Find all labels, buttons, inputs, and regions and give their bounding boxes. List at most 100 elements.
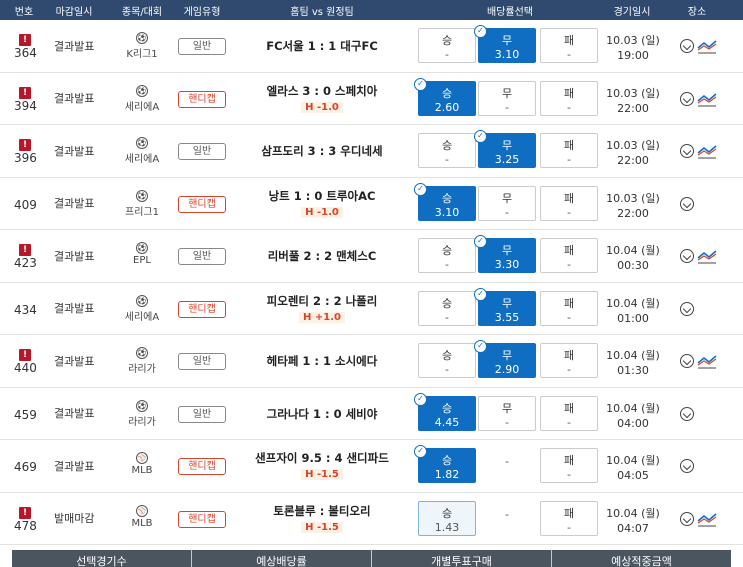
- deadline-status: 발매마감: [54, 512, 95, 526]
- chart-icon[interactable]: [697, 91, 717, 107]
- location-pin-icon[interactable]: [680, 354, 694, 368]
- odds-lose-button[interactable]: 패-: [540, 448, 598, 483]
- location-pin-icon[interactable]: [680, 249, 694, 263]
- match-teams[interactable]: 삼프도리 3 : 3 우디네세: [236, 143, 408, 159]
- chart-icon[interactable]: [697, 511, 717, 527]
- odds-draw-button[interactable]: ✓ 무 3.10: [474, 25, 536, 63]
- odds-draw-button[interactable]: ✓ 무 3.30: [474, 235, 536, 273]
- match-cell[interactable]: 엘라스 3 : 0 스페치아 H -1.0: [236, 73, 408, 125]
- place-cell: [678, 352, 728, 372]
- chart-icon[interactable]: [697, 353, 717, 369]
- match-cell[interactable]: 그라나다 1 : 0 세비야: [236, 388, 408, 440]
- game-number-cell: 459: [14, 388, 44, 440]
- match-cell[interactable]: 피오렌티 2 : 2 나폴리 H +1.0: [236, 283, 408, 335]
- match-teams[interactable]: 헤타페 1 : 1 소시에다: [236, 353, 408, 369]
- match-teams[interactable]: 토론블루 : 볼티오리: [236, 503, 408, 519]
- odds-value: -: [445, 153, 449, 166]
- game-row: 409 결과발표 ⚽ 프리그1 핸디캡 낭트 1 : 0 트루아AC H -1.0 ✓ 승 3.1…: [0, 178, 743, 230]
- odds-lose-button[interactable]: 패-: [540, 80, 598, 116]
- odds-win-button[interactable]: ✓ 승 4.45: [414, 392, 476, 431]
- chart-icon[interactable]: [697, 38, 717, 54]
- odds-win-button[interactable]: ✓ 승 2.60: [414, 77, 476, 116]
- game-number-cell: ! 396: [14, 125, 44, 177]
- match-cell[interactable]: 헤타페 1 : 1 소시에다: [236, 335, 408, 387]
- table-header: 번호 마감일시 종목/대회 게임유형 홈팀 vs 원정팀 배당률선택 경기일시 …: [0, 0, 743, 20]
- odds-draw-button[interactable]: 무-: [478, 185, 536, 221]
- odds-win-button[interactable]: 승-: [418, 238, 476, 273]
- soccer-ball-icon: ⚽: [136, 137, 148, 149]
- location-pin-icon[interactable]: [680, 406, 694, 421]
- odds-value: -: [567, 520, 571, 534]
- odds-lose-button[interactable]: 패-: [540, 290, 598, 326]
- odds-lose-button[interactable]: 패-: [540, 133, 598, 168]
- location-pin-icon[interactable]: [680, 91, 694, 106]
- odds-lose-button[interactable]: 패-: [540, 343, 598, 378]
- match-datetime: 10.04 (월) 04:00: [602, 388, 664, 440]
- odds-lose-button[interactable]: 패-: [540, 395, 598, 431]
- match-cell[interactable]: FC서울 1 : 1 대구FC: [236, 20, 408, 72]
- odds-value: -: [567, 258, 571, 271]
- odds-value: -: [445, 363, 449, 376]
- place-cell: [678, 142, 728, 162]
- odds-lose-button[interactable]: 패-: [540, 238, 598, 273]
- match-teams[interactable]: 피오렌티 2 : 2 나폴리: [236, 293, 408, 309]
- odds-win-button[interactable]: 승-: [418, 28, 476, 63]
- header-deadline: 마감일시: [55, 6, 93, 18]
- match-teams[interactable]: 낭트 1 : 0 트루아AC: [236, 188, 408, 204]
- chart-icon[interactable]: [697, 248, 717, 264]
- odds-label: 무: [501, 34, 513, 47]
- alert-icon: !: [19, 244, 31, 256]
- location-pin-icon[interactable]: [680, 144, 694, 158]
- odds-value: 3.10: [494, 48, 520, 61]
- check-icon: ✓: [474, 130, 487, 143]
- odds-label: 승: [441, 401, 453, 415]
- match-time: 00:30: [617, 259, 649, 272]
- odds-draw-button[interactable]: 무-: [478, 80, 536, 116]
- odds-lose-button[interactable]: 패-: [540, 185, 598, 221]
- odds-draw-button[interactable]: 무-: [478, 395, 536, 431]
- odds-label: 무: [501, 296, 513, 310]
- location-pin-icon[interactable]: [680, 39, 694, 53]
- match-teams[interactable]: 그라나다 1 : 0 세비야: [236, 406, 408, 422]
- match-teams[interactable]: FC서울 1 : 1 대구FC: [236, 38, 408, 54]
- individual-purchase-button[interactable]: 개별투표구매: [372, 550, 552, 567]
- deadline-status: 결과발표: [54, 39, 95, 53]
- match-cell[interactable]: 토론블루 : 볼티오리 H -1.5: [236, 493, 408, 545]
- odds-lose-button[interactable]: 패-: [540, 500, 598, 536]
- odds-win-button[interactable]: 승-: [418, 133, 476, 168]
- odds-draw-button[interactable]: ✓ 무 2.90: [474, 340, 536, 378]
- odds-win-button[interactable]: 승-: [418, 343, 476, 378]
- odds-label: 무: [501, 349, 513, 362]
- match-teams[interactable]: 리버풀 2 : 2 맨체스C: [236, 248, 408, 264]
- match-cell[interactable]: 삼프도리 3 : 3 우디네세: [236, 125, 408, 177]
- match-cell[interactable]: 낭트 1 : 0 트루아AC H -1.0: [236, 178, 408, 230]
- location-pin-icon[interactable]: [680, 459, 694, 473]
- odds-label: 패: [563, 34, 575, 47]
- odds-value: -: [505, 507, 509, 521]
- location-pin-icon[interactable]: [680, 196, 694, 211]
- alert-icon: !: [19, 86, 31, 99]
- match-datetime: 10.04 (월) 01:00: [602, 283, 664, 335]
- match-cell[interactable]: 샌프자이 9.5 : 4 샌디파드 H -1.5: [236, 440, 408, 492]
- odds-win-button[interactable]: 승 1.43: [418, 500, 476, 536]
- odds-draw-button[interactable]: ✓ 무 3.55: [474, 287, 536, 326]
- odds-win-button[interactable]: ✓ 승 1.82: [414, 445, 476, 483]
- odds-win-button[interactable]: ✓ 승 3.10: [414, 182, 476, 221]
- header-odds: 배당률선택: [487, 6, 533, 18]
- odds-value: -: [567, 415, 571, 429]
- match-time: 04:05: [617, 469, 649, 482]
- odds-draw-button[interactable]: ✓ 무 3.25: [474, 130, 536, 168]
- game-number-cell: 434: [14, 283, 44, 335]
- handicap-line: H -1.5: [236, 521, 408, 533]
- game-number: 459: [14, 407, 37, 422]
- match-teams[interactable]: 엘라스 3 : 0 스페치아: [236, 83, 408, 99]
- chart-icon[interactable]: [697, 143, 717, 159]
- match-cell[interactable]: 리버풀 2 : 2 맨체스C: [236, 230, 408, 282]
- location-pin-icon[interactable]: [680, 511, 694, 526]
- check-icon: ✓: [414, 445, 427, 458]
- odds-win-button[interactable]: 승-: [418, 290, 476, 326]
- header-sport: 종목/대회: [121, 6, 163, 18]
- match-teams[interactable]: 샌프자이 9.5 : 4 샌디파드: [236, 450, 408, 466]
- odds-lose-button[interactable]: 패-: [540, 28, 598, 63]
- location-pin-icon[interactable]: [680, 301, 694, 316]
